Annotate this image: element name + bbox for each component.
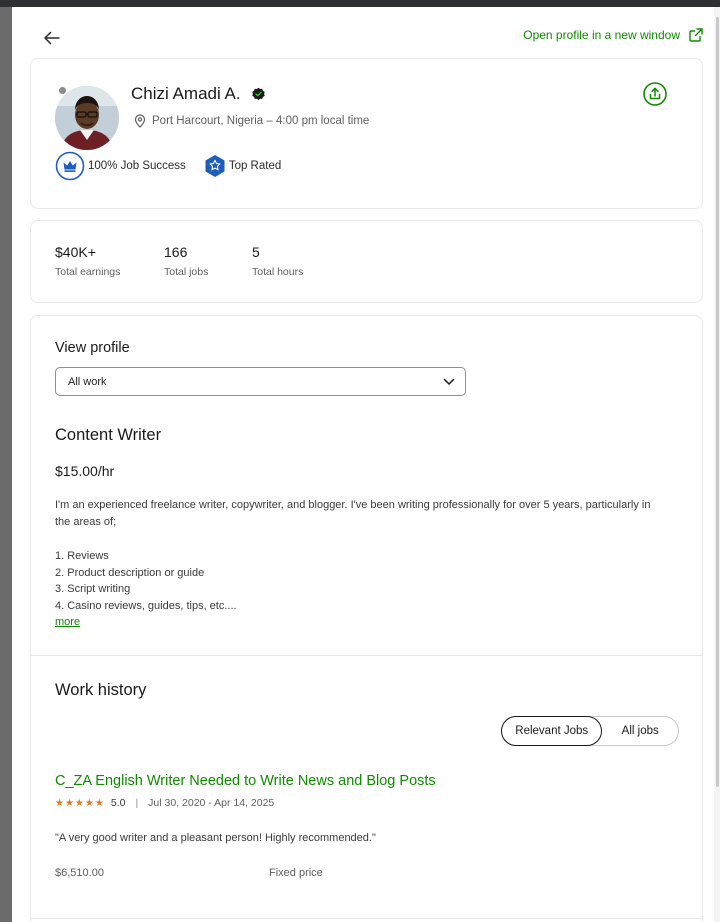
job-success-label: 100% Job Success (88, 160, 186, 172)
stat-label: Total hours (252, 266, 304, 278)
stat-total-hours: 5 Total hours (252, 244, 303, 278)
more-link[interactable]: more (55, 616, 80, 628)
rating-score: 5.0 (110, 797, 126, 809)
browser-top-bar (0, 0, 720, 7)
profile-description: I'm an experienced freelance writer, cop… (55, 499, 651, 528)
crown-icon (55, 151, 85, 181)
scrollbar[interactable] (714, 7, 720, 922)
tab-all-jobs[interactable]: All jobs (602, 716, 678, 746)
work-history-title: Work history (55, 681, 147, 699)
open-new-window-label: Open profile in a new window (523, 28, 680, 42)
work-history-tabs: Relevant Jobs All jobs (501, 716, 679, 746)
view-profile-label: View profile (55, 340, 130, 356)
verified-check-icon (251, 87, 265, 100)
location-text: Port Harcourt, Nigeria – 4:00 pm local t… (152, 115, 370, 127)
open-profile-new-window-link[interactable]: Open profile in a new window (523, 27, 704, 43)
work-filter-select[interactable]: All work (55, 367, 466, 396)
star-badge-icon (205, 155, 225, 177)
list-item: 1. Reviews (55, 550, 109, 562)
online-status-dot (58, 86, 67, 95)
share-icon (643, 82, 667, 106)
list-item: 2. Product description or guide (55, 566, 205, 579)
profile-header-card: Chizi Amadi A. Port Harcourt, Nigeria – … (30, 58, 703, 209)
external-link-icon (689, 28, 703, 42)
arrow-left-icon (43, 31, 60, 45)
stat-total-earnings: $40K+ Total earnings (55, 244, 120, 278)
freelancer-name: Chizi Amadi A. (131, 84, 241, 103)
stat-label: Total earnings (55, 266, 121, 278)
job-success-badge[interactable]: 100% Job Success (55, 151, 186, 181)
rating-stars: ★★★★★ (55, 797, 105, 809)
section-divider (31, 918, 702, 919)
meta-separator: | (135, 797, 139, 809)
profile-title: Content Writer (55, 426, 162, 444)
stat-value: $40K+ (55, 244, 96, 260)
profile-panel: Open profile in a new window Chizi Amadi… (12, 7, 720, 922)
job-amount: $6,510.00 (55, 867, 104, 879)
job-dates: Jul 30, 2020 - Apr 14, 2025 (148, 797, 275, 809)
share-button[interactable] (643, 82, 667, 106)
section-divider (31, 655, 702, 656)
profile-details-card: View profile All work Content Writer $15… (30, 315, 703, 922)
work-filter-value: All work (68, 375, 107, 388)
stat-label: Total jobs (164, 266, 209, 278)
tab-relevant-jobs[interactable]: Relevant Jobs (501, 716, 603, 746)
location-row: Port Harcourt, Nigeria – 4:00 pm local t… (134, 114, 369, 128)
list-item: 3. Script writing (55, 583, 131, 596)
stats-card: $40K+ Total earnings 166 Total jobs 5 To… (30, 220, 703, 303)
badges-row: 100% Job Success Top Rated (55, 151, 281, 181)
job-history-meta: ★★★★★ 5.0 | Jul 30, 2020 - Apr 14, 2025 (55, 797, 274, 809)
stat-value: 166 (164, 244, 188, 260)
job-history-title-link[interactable]: C_ZA English Writer Needed to Write News… (55, 773, 436, 789)
avatar (55, 86, 119, 150)
hourly-rate: $15.00/hr (55, 463, 115, 479)
top-rated-label: Top Rated (228, 160, 282, 172)
stat-value: 5 (252, 244, 260, 260)
back-button[interactable] (40, 29, 62, 47)
skills-list: 1. Reviews 2. Product description or gui… (55, 548, 237, 614)
scrollbar-thumb[interactable] (716, 17, 719, 787)
stat-total-jobs: 166 Total jobs (164, 244, 208, 278)
top-rated-badge[interactable]: Top Rated (204, 154, 281, 178)
chevron-down-icon (443, 378, 455, 385)
list-item: 4. Casino reviews, guides, tips, etc.... (55, 599, 237, 612)
map-pin-icon (134, 114, 146, 128)
job-price-type: Fixed price (269, 867, 323, 879)
client-feedback: "A very good writer and a pleasant perso… (55, 832, 376, 844)
